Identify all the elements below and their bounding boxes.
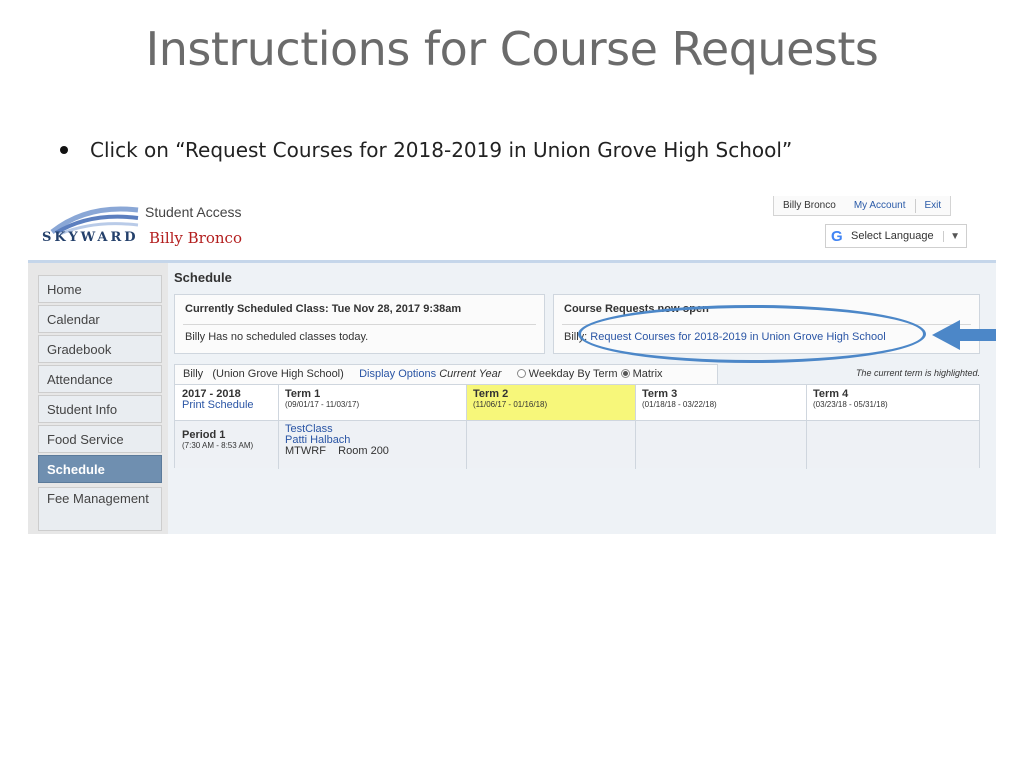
empty-class-cell	[636, 421, 806, 468]
instruction-bullet: Click on “Request Courses for 2018-2019 …	[60, 138, 792, 162]
sidebar-item-fee-management[interactable]: Fee Management	[38, 487, 162, 531]
select-language-label: Select Language	[851, 230, 934, 242]
google-icon: G	[831, 227, 843, 245]
empty-class-cell	[807, 421, 979, 468]
user-name: Billy Bronco	[149, 229, 242, 247]
current-class-box: Currently Scheduled Class: Tue Nov 28, 2…	[174, 294, 545, 354]
schedule-panel: Schedule Currently Scheduled Class: Tue …	[168, 263, 996, 534]
current-class-message: Billy Has no scheduled classes today.	[185, 331, 369, 343]
skyward-logo-text: SKYWARD	[42, 230, 139, 245]
sidebar-item-home[interactable]: Home	[38, 275, 162, 303]
term-header: Term 2 (11/06/17 - 01/16/18)	[473, 388, 547, 409]
weekday-by-term-radio[interactable]	[516, 368, 526, 378]
sidebar-item-food-service[interactable]: Food Service	[38, 425, 162, 453]
tab-student-name: Billy	[183, 368, 204, 380]
year-header: 2017 - 2018 Print Schedule	[182, 388, 254, 411]
callout-arrow-icon	[932, 320, 996, 350]
period-cell: Period 1 (7:30 AM - 8:53 AM)	[175, 421, 278, 468]
term-name: Term 2	[473, 388, 509, 400]
page-title: Schedule	[174, 270, 232, 285]
dropdown-arrow-icon: ▼	[943, 230, 966, 242]
current-class-heading: Currently Scheduled Class: Tue Nov 28, 2…	[185, 303, 462, 315]
period-time: (7:30 AM - 8:53 AM)	[182, 441, 254, 450]
header-bar: SKYWARD Student Access Billy Bronco Bill…	[28, 196, 996, 260]
matrix-radio[interactable]	[620, 368, 630, 378]
display-options-link[interactable]: Display Options	[359, 368, 436, 380]
class-cell: TestClass Patti Halbach MTWRF Room 200	[279, 421, 466, 468]
tab-school-name: (Union Grove High School)	[212, 368, 344, 380]
schedule-tab[interactable]: Billy (Union Grove High School) Display …	[174, 364, 718, 384]
account-user-name: Billy Bronco	[783, 200, 836, 211]
exit-link[interactable]: Exit	[916, 200, 951, 211]
sidebar-item-attendance[interactable]: Attendance	[38, 365, 162, 393]
instruction-text: Click on “Request Courses for 2018-2019 …	[90, 138, 793, 162]
select-language-button[interactable]: G Select Language ▼	[825, 224, 967, 248]
term-name: Term 1	[285, 388, 321, 400]
slide-title: Instructions for Course Requests	[145, 22, 879, 76]
skyward-screenshot: SKYWARD Student Access Billy Bronco Bill…	[28, 196, 996, 534]
term-header: Term 1 (09/01/17 - 11/03/17)	[285, 388, 359, 409]
app-name: Student Access	[145, 204, 242, 220]
sidebar-item-student-info[interactable]: Student Info	[38, 395, 162, 423]
sidebar-item-schedule[interactable]: Schedule	[38, 455, 162, 483]
class-days: MTWRF	[285, 445, 326, 457]
divider	[183, 324, 536, 325]
my-account-link[interactable]: My Account	[845, 200, 915, 211]
sidebar-item-calendar[interactable]: Calendar	[38, 305, 162, 333]
term-dates: (03/23/18 - 05/31/18)	[813, 400, 888, 409]
class-room: Room 200	[338, 445, 389, 457]
sidebar: Home Calendar Gradebook Attendance Stude…	[28, 263, 168, 534]
current-year-label: Current Year	[439, 368, 502, 380]
schedule-tab-bar: Billy (Union Grove High School) Display …	[174, 364, 980, 384]
term-dates: (09/01/17 - 11/03/17)	[285, 400, 360, 409]
sidebar-item-gradebook[interactable]: Gradebook	[38, 335, 162, 363]
print-schedule-link[interactable]: Print Schedule	[182, 400, 254, 411]
period-name: Period 1	[182, 429, 226, 441]
matrix-label: Matrix	[632, 368, 663, 380]
term-name: Term 4	[813, 388, 849, 400]
term-header: Term 3 (01/18/18 - 03/22/18)	[642, 388, 717, 409]
schedule-matrix: 2017 - 2018 Print Schedule Term 1 (09/01…	[174, 384, 980, 469]
highlight-oval	[578, 305, 926, 363]
weekday-by-term-label: Weekday By Term	[528, 368, 618, 380]
term-header: Term 4 (03/23/18 - 05/31/18)	[813, 388, 888, 409]
account-links: Billy Bronco My Account Exit	[773, 196, 952, 216]
empty-class-cell	[467, 421, 635, 468]
current-term-note: The current term is highlighted.	[855, 368, 980, 378]
bullet-dot	[60, 145, 68, 154]
term-dates: (01/18/18 - 03/22/18)	[642, 400, 717, 409]
term-dates: (11/06/17 - 01/16/18)	[473, 400, 548, 409]
term-name: Term 3	[642, 388, 678, 400]
